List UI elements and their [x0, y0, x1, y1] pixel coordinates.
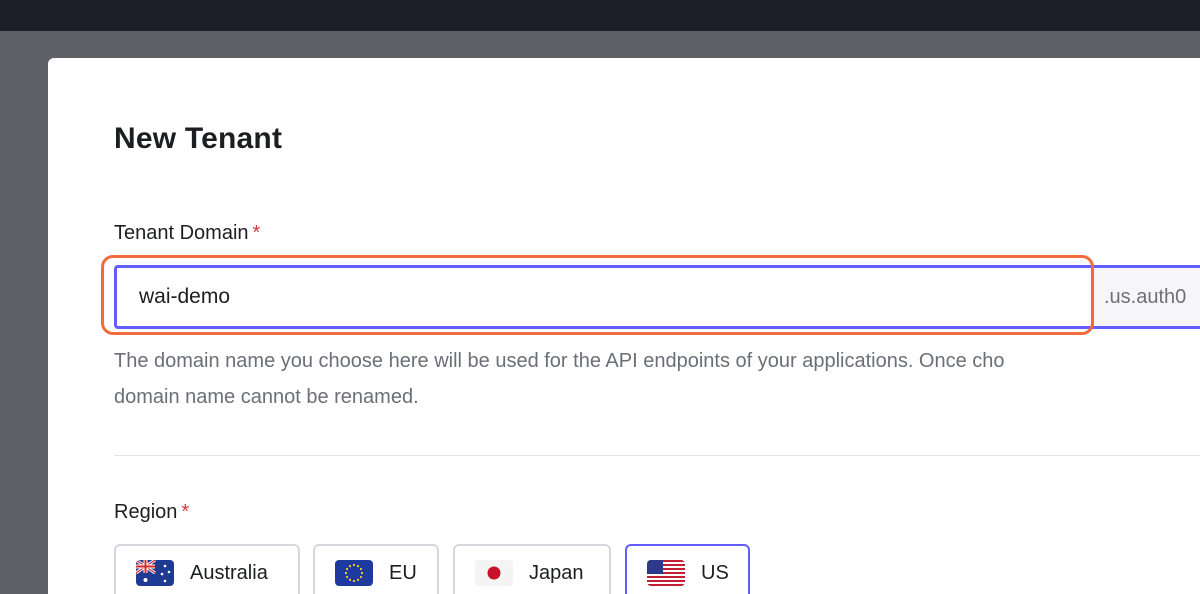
- region-option-label: EU: [389, 561, 417, 584]
- divider: [114, 455, 1200, 456]
- new-tenant-dialog: New Tenant Tenant Domain* .us.auth0 The …: [48, 58, 1200, 594]
- dialog-title: New Tenant: [114, 122, 283, 155]
- eu-flag-icon: [335, 560, 373, 586]
- region-option-label: US: [701, 561, 729, 584]
- australia-flag-icon: [136, 560, 174, 586]
- region-option-japan[interactable]: Japan: [453, 544, 611, 594]
- us-flag-icon: [647, 560, 685, 586]
- tenant-domain-help-text: The domain name you choose here will be …: [114, 343, 1200, 415]
- tenant-domain-input[interactable]: [114, 265, 1094, 329]
- required-marker: *: [252, 222, 261, 244]
- region-option-label: Japan: [529, 561, 584, 584]
- region-option-australia[interactable]: Australia: [114, 544, 300, 594]
- region-option-label: Australia: [190, 561, 268, 584]
- region-label-text: Region: [114, 501, 178, 523]
- region-option-eu[interactable]: EU: [313, 544, 439, 594]
- japan-flag-icon: [475, 560, 513, 586]
- top-bar: [0, 0, 1200, 31]
- domain-suffix: .us.auth0: [1094, 265, 1200, 329]
- help-line-1: The domain name you choose here will be …: [114, 350, 1005, 372]
- help-line-2: domain name cannot be renamed.: [114, 386, 419, 408]
- region-option-us[interactable]: US: [625, 544, 750, 594]
- region-label: Region *: [114, 501, 189, 524]
- tenant-domain-label: Tenant Domain *: [114, 222, 260, 245]
- required-marker: *: [181, 501, 190, 523]
- tenant-domain-label-text: Tenant Domain: [114, 222, 249, 244]
- tenant-domain-field: .us.auth0: [101, 255, 1200, 335]
